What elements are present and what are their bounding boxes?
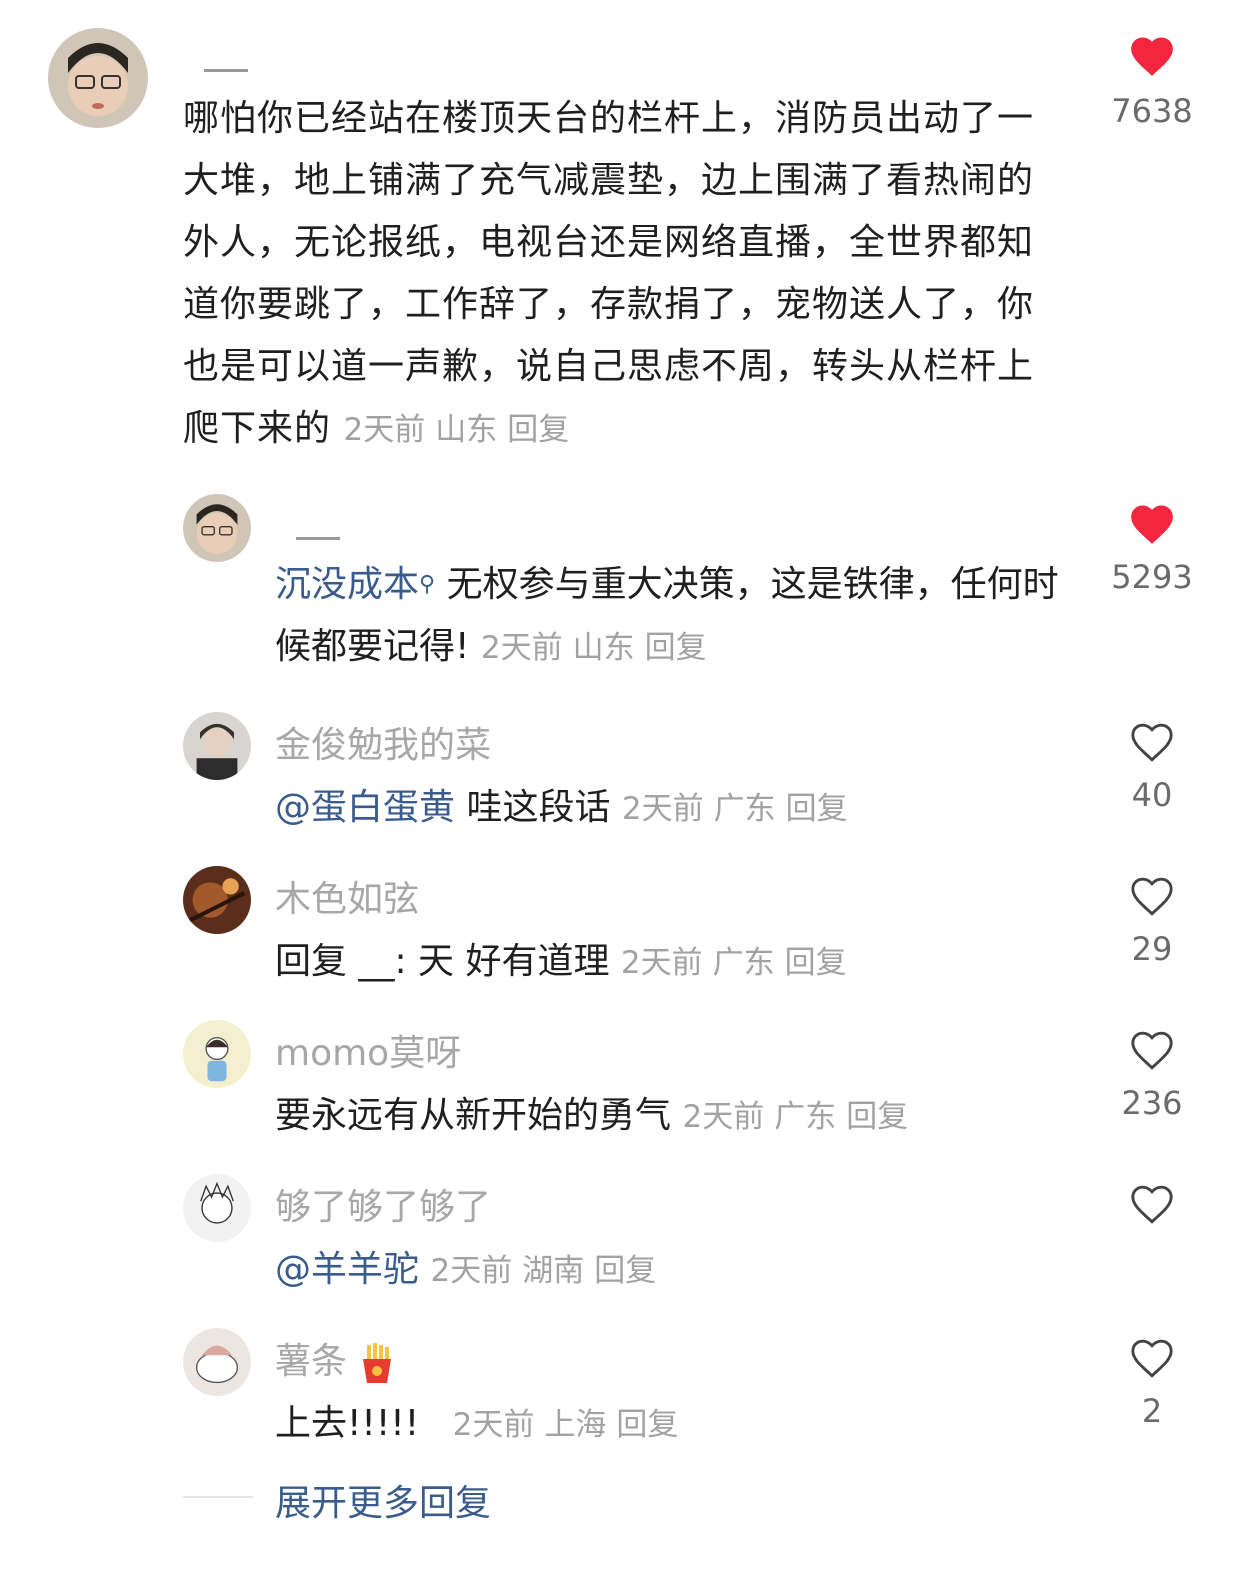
- reply-button[interactable]: 回复: [507, 412, 569, 448]
- reply-location: 广东: [713, 791, 776, 827]
- fries-icon: [363, 1343, 392, 1383]
- like-button[interactable]: 2: [1092, 1334, 1212, 1430]
- comment-location: 山东: [435, 412, 498, 448]
- mention-link[interactable]: @羊羊驼: [275, 1249, 419, 1290]
- heart-outline-icon: [1131, 877, 1173, 916]
- reply-text: 要永远有从新开始的勇气: [275, 1095, 672, 1136]
- reply-button[interactable]: 回复: [846, 1099, 908, 1135]
- reply-time: 2天前: [620, 945, 703, 981]
- reply-button[interactable]: 回复: [594, 1253, 656, 1289]
- heart-filled-icon: [1131, 505, 1173, 544]
- avatar[interactable]: [48, 28, 148, 128]
- reply-location: 上海: [544, 1407, 607, 1443]
- like-button[interactable]: 29: [1092, 872, 1212, 968]
- reply-time: 2天前: [682, 1099, 765, 1135]
- reply-button[interactable]: 回复: [785, 945, 847, 981]
- reply-body: 要永远有从新开始的勇气 2天前 广东 回复: [275, 1086, 918, 1138]
- mention-link[interactable]: @蛋白蛋黄: [275, 787, 455, 828]
- heart-outline-icon: [1131, 723, 1173, 762]
- reply-text: 上去!!!!!: [275, 1403, 420, 1444]
- like-count: 7638: [1111, 92, 1193, 130]
- username[interactable]: [296, 537, 340, 540]
- reply-time: 2天前: [452, 1407, 535, 1443]
- reply-time: 2天前: [480, 630, 563, 666]
- username[interactable]: 木色如弦: [275, 870, 419, 922]
- reply-body: @蛋白蛋黄 哇这段话 2天前 广东 回复: [275, 778, 858, 830]
- username-text: 薯条: [275, 1341, 348, 1382]
- reply-body: 回复 __: 天 好有道理 2天前 广东 回复: [275, 932, 857, 984]
- like-button[interactable]: [1092, 1180, 1212, 1238]
- reply-button[interactable]: 回复: [616, 1407, 678, 1443]
- reply-body: 上去!!!!! 2天前 上海 回复: [275, 1394, 688, 1446]
- reply-body: @羊羊驼 2天前 湖南 回复: [275, 1240, 666, 1292]
- username[interactable]: 薯条: [275, 1332, 399, 1385]
- like-button[interactable]: 236: [1092, 1026, 1212, 1122]
- username[interactable]: [204, 69, 248, 72]
- heart-filled-icon: [1131, 37, 1173, 76]
- like-count: 40: [1131, 776, 1173, 814]
- heart-outline-icon: [1131, 1031, 1173, 1070]
- like-count: 236: [1121, 1084, 1183, 1122]
- like-button[interactable]: 7638: [1092, 32, 1212, 130]
- reply-location: 山东: [572, 630, 635, 666]
- like-button[interactable]: 40: [1092, 718, 1212, 814]
- reply-time: 2天前: [621, 791, 704, 827]
- divider: [183, 1496, 253, 1498]
- comment-body: 哪怕你已经站在楼顶天台的栏杆上，消防员出动了一大堆，地上铺满了充气减震垫，边上围…: [183, 88, 1063, 461]
- like-count: 2: [1141, 1392, 1163, 1430]
- reply-button[interactable]: 回复: [786, 791, 848, 827]
- avatar[interactable]: [183, 1174, 251, 1242]
- comment-time: 2天前: [343, 412, 426, 448]
- avatar[interactable]: [183, 1328, 251, 1396]
- reply-body: 沉没成本⚲ 无权参与重大决策，这是铁律，任何时候都要记得! 2天前 山东 回复: [275, 554, 1075, 679]
- avatar[interactable]: [183, 1020, 251, 1088]
- expand-replies-button[interactable]: 展开更多回复: [275, 1474, 491, 1526]
- heart-outline-icon: [1131, 1339, 1173, 1378]
- username[interactable]: momo莫呀: [275, 1024, 461, 1076]
- avatar[interactable]: [183, 712, 251, 780]
- reply-text: 回复 __: 天 好有道理: [275, 941, 610, 982]
- reply-button[interactable]: 回复: [645, 630, 707, 666]
- mention-link[interactable]: 沉没成本: [275, 564, 419, 605]
- like-button[interactable]: 5293: [1092, 500, 1212, 596]
- username[interactable]: 金俊勉我的菜: [275, 716, 491, 768]
- like-count: 5293: [1111, 558, 1193, 596]
- like-count: 29: [1131, 930, 1173, 968]
- avatar[interactable]: [183, 866, 251, 934]
- reply-text: 哇这段话: [455, 787, 611, 828]
- username[interactable]: 够了够了够了: [275, 1178, 491, 1230]
- avatar[interactable]: [183, 494, 251, 562]
- reply-time: 2天前: [430, 1253, 513, 1289]
- reply-location: 湖南: [522, 1253, 585, 1289]
- reply-location: 广东: [774, 1099, 837, 1135]
- search-icon: ⚲: [419, 572, 436, 597]
- comment-text: 哪怕你已经站在楼顶天台的栏杆上，消防员出动了一大堆，地上铺满了充气减震垫，边上围…: [183, 98, 1035, 449]
- reply-location: 广东: [712, 945, 775, 981]
- heart-outline-icon: [1131, 1185, 1173, 1224]
